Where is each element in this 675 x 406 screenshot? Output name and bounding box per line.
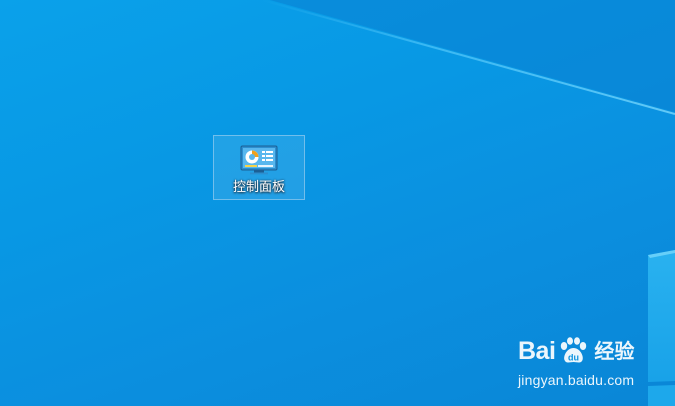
svg-text:du: du [568,353,579,363]
baidu-jingyan-watermark: Bai du 经验 jingyan.baidu.com [518,334,642,390]
desktop-icon-label: 控制面板 [232,180,285,195]
desktop-icon-control-panel[interactable]: 控制面板 [213,135,305,200]
control-panel-icon [240,145,278,175]
wallpaper-light-beam [261,0,675,406]
desktop-background[interactable]: 控制面板 Bai du 经验 jingyan.baidu.com [0,0,675,406]
baidu-paw-icon: du [561,337,587,363]
watermark-logo-bai: Bai [518,337,556,365]
watermark-logo: Bai du 经验 [518,334,642,368]
watermark-url: jingyan.baidu.com [518,372,635,388]
watermark-logo-jingyan: 经验 [594,339,635,363]
